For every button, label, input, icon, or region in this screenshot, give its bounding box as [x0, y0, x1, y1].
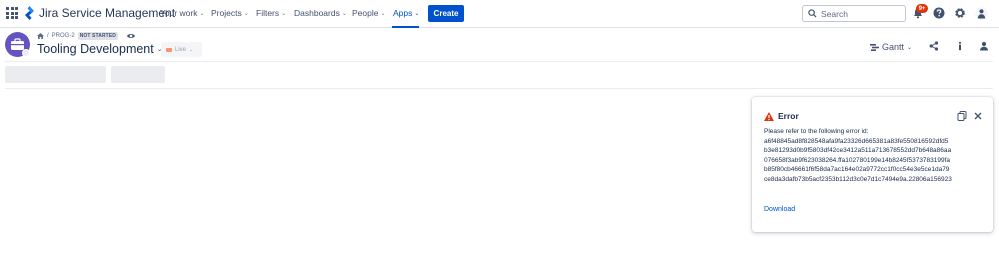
- nav-people[interactable]: People ⌄: [352, 8, 386, 18]
- live-toggle[interactable]: Live ⌄: [161, 42, 202, 57]
- warning-icon: [764, 111, 774, 121]
- nav-filters[interactable]: Filters ⌄: [256, 8, 286, 18]
- breadcrumb: / PROG-2 NOT STARTED: [37, 32, 135, 40]
- gantt-view-icon: [870, 43, 879, 51]
- product-name: Jira Service Management: [39, 6, 176, 20]
- watch-eye-icon[interactable]: [126, 33, 135, 39]
- error-id-line: b85f80cb46661f6f58da7ac164e02a9772cc1f0c…: [764, 166, 950, 173]
- help-icon[interactable]: [932, 6, 946, 20]
- breadcrumb-separator: /: [47, 33, 49, 39]
- error-panel: Error Please refer to the following erro…: [752, 97, 993, 232]
- live-label: Live: [175, 46, 187, 53]
- create-button[interactable]: Create: [428, 5, 464, 22]
- nav-your-work[interactable]: Your work ⌄: [160, 8, 205, 18]
- error-title: Error: [778, 111, 799, 121]
- chevron-down-icon: ⌄: [281, 10, 287, 17]
- chevron-down-icon: ⌄: [414, 10, 420, 17]
- error-intro: Please refer to the following error id:: [764, 128, 869, 135]
- nav-dashboards[interactable]: Dashboards ⌄: [294, 8, 347, 18]
- loading-skeleton: [111, 66, 165, 83]
- breadcrumb-project-key[interactable]: PROG-2: [52, 33, 75, 39]
- chevron-down-icon: ⌄: [341, 10, 347, 17]
- people-icon[interactable]: [977, 39, 990, 52]
- chevron-down-icon: ⌄: [199, 10, 205, 17]
- share-icon[interactable]: [927, 39, 940, 52]
- notification-badge: 9+: [916, 4, 928, 13]
- view-switcher[interactable]: Gantt ⌄: [870, 40, 912, 54]
- settings-gear-icon[interactable]: [953, 6, 967, 20]
- header-divider: [5, 61, 993, 62]
- error-id-line: a6f48845ad8f828548afa9fa23326d665381a83f…: [764, 137, 949, 145]
- loading-skeleton: [5, 66, 106, 83]
- error-id-line: 076658f3ab9f623038264.ffa102780199e14b82…: [764, 156, 951, 164]
- user-avatar[interactable]: [974, 6, 988, 20]
- live-status-icon: [166, 47, 172, 52]
- toolbar-divider: [5, 88, 993, 89]
- copy-icon[interactable]: [957, 111, 967, 121]
- view-label: Gantt: [882, 42, 905, 52]
- error-message: Please refer to the following error id: …: [764, 127, 984, 198]
- nav-apps[interactable]: Apps ⌄: [393, 8, 419, 18]
- chevron-down-icon: ⌄: [189, 46, 194, 53]
- top-navigation: Jira Service Management Your work ⌄ Proje…: [0, 0, 999, 28]
- chevron-down-icon: ⌄: [907, 44, 913, 51]
- search-input[interactable]: Search: [802, 5, 906, 22]
- project-title-dropdown[interactable]: Tooling Development ⌄: [37, 42, 163, 56]
- nav-projects[interactable]: Projects ⌄: [211, 8, 249, 18]
- active-nav-indicator: [392, 26, 419, 28]
- search-icon: [808, 9, 817, 18]
- page-title: Tooling Development: [37, 42, 154, 56]
- app-switcher-icon[interactable]: [6, 7, 18, 19]
- error-id-line: ce8da3dafb73b5acf2353b112d3c0e7d1c7494e9…: [764, 175, 952, 183]
- error-id-line: b3e81293d0b9f5803df42ce3412a511a71367855…: [764, 147, 952, 154]
- status-badge: NOT STARTED: [77, 32, 118, 40]
- product-logo[interactable]: Jira Service Management: [24, 6, 175, 20]
- home-icon[interactable]: [37, 33, 44, 39]
- close-icon[interactable]: [973, 111, 983, 121]
- error-header: Error: [764, 111, 799, 121]
- avatar-status-dot: [22, 49, 30, 57]
- download-link[interactable]: Download: [764, 206, 795, 213]
- chevron-down-icon: ⌄: [380, 10, 386, 17]
- chevron-down-icon: ⌄: [243, 10, 249, 17]
- jira-logo-icon: [25, 6, 34, 20]
- info-icon[interactable]: [953, 39, 966, 52]
